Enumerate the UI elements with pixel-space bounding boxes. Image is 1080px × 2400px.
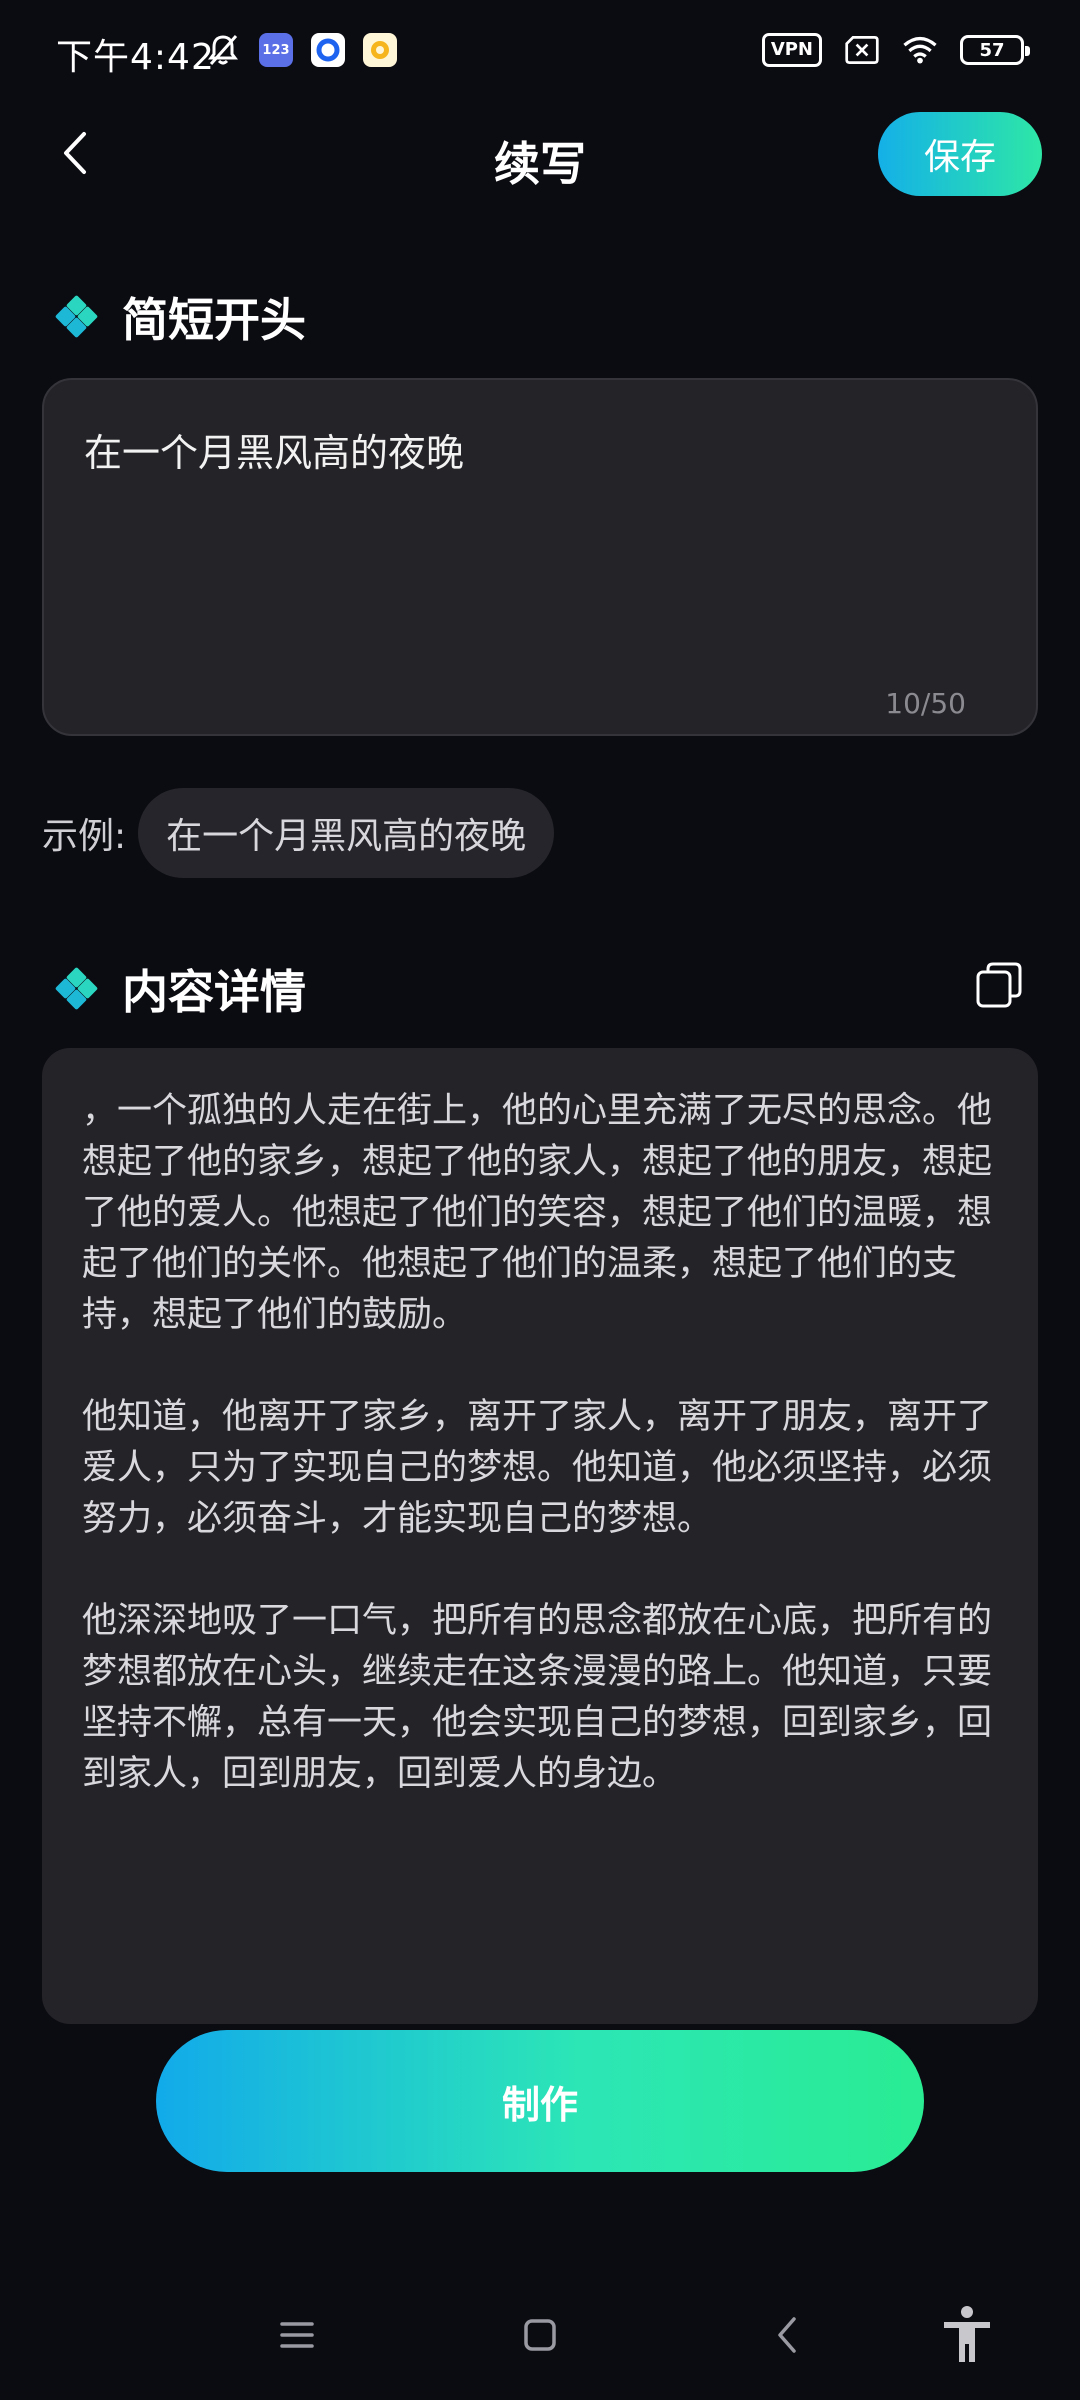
nav-menu-button[interactable] bbox=[262, 2300, 332, 2370]
battery-indicator: 57 bbox=[960, 35, 1030, 65]
no-sim-icon bbox=[844, 32, 880, 68]
home-square-icon bbox=[524, 2319, 556, 2351]
copy-icon bbox=[976, 962, 1022, 1008]
mute-bell-icon bbox=[205, 32, 241, 68]
content-section-heading: 内容详情 bbox=[54, 956, 306, 1022]
opening-section-title: 简短开头 bbox=[122, 293, 306, 347]
app-yellow-icon bbox=[363, 33, 397, 67]
nav-home-button[interactable] bbox=[505, 2300, 575, 2370]
content-paragraph: ，一个孤独的人走在街上，他的心里充满了无尽的思念。他想起了他的家乡，想起了他的家… bbox=[82, 1091, 993, 1335]
wifi-icon bbox=[902, 32, 938, 68]
app-screen: 下午4:42 123 VPN 57 续写 保存 简短开头 在一个月黑风高的夜晚 … bbox=[0, 0, 1080, 2400]
example-row: 示例: 在一个月黑风高的夜晚 bbox=[42, 788, 555, 878]
accessibility-button[interactable] bbox=[932, 2300, 1002, 2370]
diamond-cluster-icon bbox=[54, 294, 99, 339]
diamond-cluster-icon bbox=[54, 966, 99, 1011]
vpn-badge: VPN bbox=[761, 33, 822, 67]
content-section-title: 内容详情 bbox=[122, 965, 306, 1019]
content-detail-box[interactable]: ，一个孤独的人走在街上，他的心里充满了无尽的思念。他想起了他的家乡，想起了他的家… bbox=[42, 1048, 1038, 2024]
example-chip[interactable]: 在一个月黑风高的夜晚 bbox=[138, 788, 555, 878]
char-counter: 10/50 bbox=[885, 687, 966, 720]
content-paragraph: 他深深地吸了一口气，把所有的思念都放在心底，把所有的梦想都放在心头，继续走在这条… bbox=[82, 1601, 993, 1794]
example-label: 示例: bbox=[42, 816, 127, 857]
status-right-icons: VPN 57 bbox=[761, 32, 1030, 68]
menu-icon bbox=[280, 2322, 314, 2348]
content-detail-text: ，一个孤独的人走在街上，他的心里充满了无尽的思念。他想起了他的家乡，想起了他的家… bbox=[82, 1086, 1002, 1851]
status-bar: 下午4:42 123 VPN 57 bbox=[0, 0, 1080, 104]
app-123-icon: 123 bbox=[259, 33, 293, 67]
back-chevron-icon bbox=[778, 2317, 796, 2353]
opening-input-value: 在一个月黑风高的夜晚 bbox=[84, 431, 465, 475]
status-time: 下午4:42 bbox=[56, 37, 215, 78]
system-nav-bar bbox=[0, 2290, 1080, 2380]
content-paragraph: 他知道，他离开了家乡，离开了家人，离开了朋友，离开了爱人，只为了实现自己的梦想。… bbox=[82, 1397, 993, 1539]
header: 续写 保存 bbox=[0, 104, 1080, 208]
save-button[interactable]: 保存 bbox=[878, 112, 1042, 196]
make-button[interactable]: 制作 bbox=[156, 2030, 924, 2172]
nav-back-button[interactable] bbox=[752, 2300, 822, 2370]
app-blue-circle-icon bbox=[311, 33, 345, 67]
opening-input[interactable]: 在一个月黑风高的夜晚 10/50 bbox=[42, 378, 1038, 736]
status-left-icons: 123 bbox=[205, 32, 397, 68]
opening-section-heading: 简短开头 bbox=[54, 284, 306, 350]
accessibility-icon bbox=[944, 2306, 990, 2362]
copy-button[interactable] bbox=[974, 960, 1024, 1010]
